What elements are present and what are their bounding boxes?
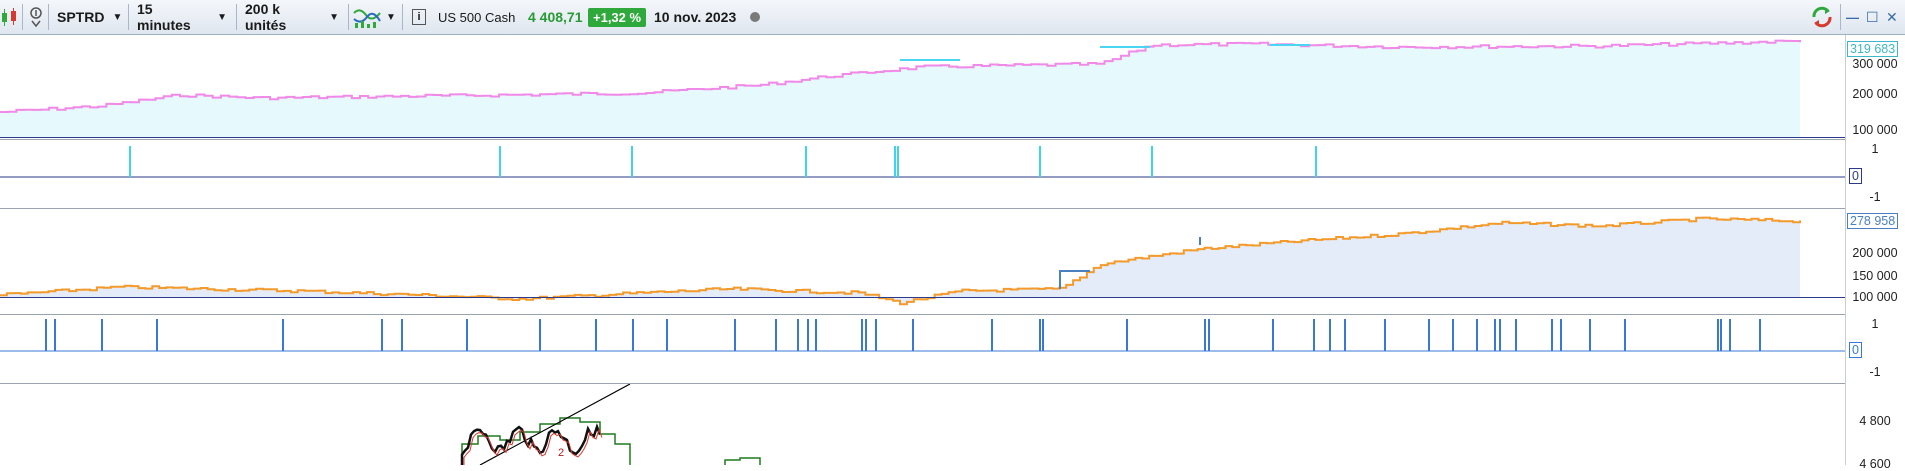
axis-tick: 100 000 (1852, 123, 1898, 137)
equity-panel-2[interactable] (0, 209, 1845, 314)
equity-baseline-2 (0, 297, 1845, 298)
ticker-label: SPTRD (57, 9, 105, 25)
units-label: 200 k unités (245, 1, 287, 33)
axis-tick: 4 800 (1859, 414, 1891, 428)
price-axis: 4 800 4 600 (1845, 384, 1905, 471)
signals-plot-1 (0, 146, 1845, 178)
signals-zero-label: 0 (1849, 168, 1862, 184)
change-badge-wrap: +1,32 % (588, 4, 647, 30)
close-button[interactable]: ✕ (1886, 4, 1898, 30)
signals-plot-2 (0, 319, 1845, 352)
indicators-dropdown-chevron-icon[interactable]: ▼ (386, 4, 398, 30)
equity-panel[interactable] (0, 35, 1845, 139)
signals-panel-2[interactable] (0, 315, 1845, 383)
signals-panel-1[interactable] (0, 140, 1845, 208)
trend-line (479, 384, 631, 465)
refresh-icon[interactable] (1810, 4, 1836, 30)
info-icon[interactable]: i (412, 4, 428, 30)
price-annotation: 2 (558, 447, 564, 459)
axis-tick: 300 000 (1852, 57, 1898, 71)
chevron-down-icon: ▼ (329, 11, 339, 23)
chevron-down-icon: ▼ (217, 11, 227, 23)
candlestick-icon[interactable] (0, 4, 20, 30)
indicators-icon[interactable] (352, 4, 384, 30)
timeframe-dropdown[interactable]: 15 minutes ▼ (130, 1, 234, 33)
chevron-down-icon: ▼ (112, 11, 123, 23)
axis-tick: 200 000 (1852, 87, 1898, 101)
axis-tick: 4 600 (1859, 457, 1891, 471)
equity-baseline (0, 137, 1845, 138)
signals-zero-label-2: 0 (1849, 342, 1862, 358)
channel-upper-2 (724, 457, 761, 465)
axis-tick: -1 (1869, 365, 1881, 379)
status-dot-icon (750, 4, 760, 30)
minimize-button[interactable]: — (1846, 4, 1859, 30)
change-badge: +1,32 % (588, 7, 647, 27)
axis-tick: 200 000 (1852, 246, 1898, 260)
axis-tick: 150 000 (1852, 269, 1898, 283)
axis-tick: 100 000 (1852, 290, 1898, 304)
date-label: 10 nov. 2023 (654, 9, 737, 25)
indicator-selector-icon[interactable] (26, 4, 46, 30)
maximize-button[interactable]: ☐ (1866, 4, 1879, 30)
equity-curve-plot (0, 39, 1801, 138)
axis-tick: 1 (1871, 142, 1879, 156)
equity-curve-plot-2 (0, 216, 1801, 306)
timeframe-label: 15 minutes (137, 1, 191, 33)
chart-toolbar: SPTRD ▼ 15 minutes ▼ 200 k unités ▼ ▼ i … (0, 0, 1905, 35)
equity-area (0, 40, 1800, 138)
price-panel[interactable]: 2 (0, 384, 1845, 465)
axis-tick: 1 (1871, 317, 1879, 331)
ticker-dropdown[interactable]: SPTRD ▼ (50, 4, 126, 30)
units-dropdown[interactable]: 200 k unités ▼ (238, 1, 346, 33)
equity-area-2 (0, 217, 1800, 305)
equity-last-value: 319 683 (1847, 41, 1899, 57)
last-price: 4 408,71 (528, 9, 583, 25)
instrument-name: US 500 Cash (438, 9, 516, 25)
axis-tick: -1 (1869, 190, 1881, 204)
equity-last-value-2: 278 958 (1847, 213, 1899, 229)
price-plot: 2 (460, 384, 761, 465)
